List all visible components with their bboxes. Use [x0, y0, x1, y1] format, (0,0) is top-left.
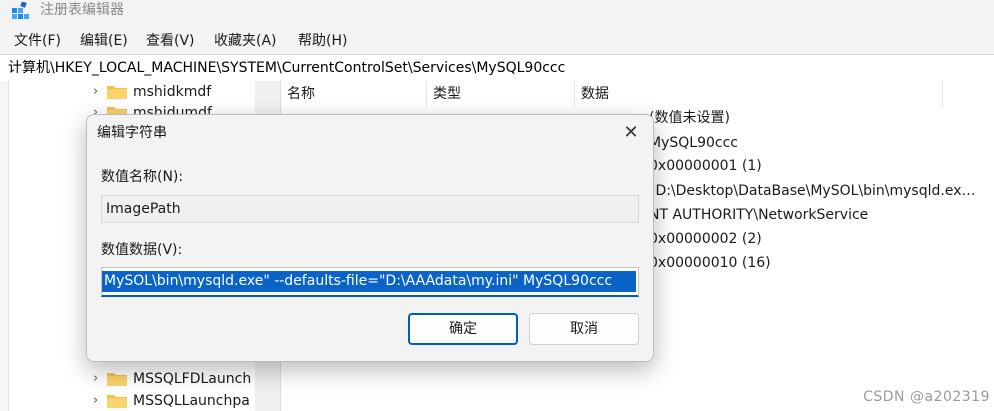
address-bar[interactable]: 计算机\HKEY_LOCAL_MACHINE\SYSTEM\CurrentCon… [0, 54, 994, 82]
value-data-cell[interactable]: (数值未设置) [649, 107, 730, 129]
value-data-cell[interactable]: 0x00000001 (1) [649, 155, 762, 177]
folder-icon [107, 86, 127, 99]
value-data-cell[interactable]: MySQL90ccc [649, 132, 738, 154]
value-data-cell[interactable]: "D:\Desktop\DataBase\MySOL\bin\mysqld.ex… [649, 180, 975, 202]
value-data-input[interactable]: MySOL\bin\mysqld.exe" --defaults-file="D… [101, 267, 639, 297]
column-header-data[interactable]: 数据 [575, 81, 943, 107]
chevron-right-icon[interactable]: › [93, 369, 98, 389]
tree-left-edge [0, 81, 9, 411]
column-header-type[interactable]: 类型 [427, 81, 575, 107]
chevron-right-icon[interactable]: › [93, 391, 98, 411]
value-name-label: 数值名称(N): [101, 169, 184, 185]
watermark: CSDN @a202319 [863, 389, 990, 405]
close-icon[interactable]: ✕ [617, 119, 645, 147]
menu-edit[interactable]: 编辑(E) [80, 31, 128, 51]
value-data-cell[interactable]: 0x00000002 (2) [649, 228, 762, 250]
value-data-cell[interactable]: 0x00000010 (16) [649, 252, 771, 274]
registry-editor-icon [12, 2, 29, 19]
menu-bar: 文件(F) 编辑(E) 查看(V) 收藏夹(A) 帮助(H) [0, 28, 994, 54]
menu-favorites[interactable]: 收藏夹(A) [214, 31, 277, 51]
menu-view[interactable]: 查看(V) [146, 31, 195, 51]
tree-item-label: mshidkmdf [133, 84, 212, 100]
window-title: 注册表编辑器 [40, 2, 124, 18]
tree-item-label: MSSQLFDLaunch [133, 371, 252, 387]
menu-file[interactable]: 文件(F) [14, 31, 61, 51]
dialog-title: 编辑字符串 [97, 125, 167, 141]
value-data-label: 数值数据(V): [101, 242, 183, 258]
title-bar: 注册表编辑器 [0, 0, 994, 28]
chevron-right-icon[interactable]: › [93, 82, 98, 102]
value-name-field: ImagePath [101, 195, 639, 223]
address-path[interactable]: 计算机\HKEY_LOCAL_MACHINE\SYSTEM\CurrentCon… [8, 58, 565, 78]
ok-button[interactable]: 确定 [408, 313, 518, 345]
tree-item-label: MSSQLLaunchpa [133, 393, 250, 409]
edit-string-dialog: 编辑字符串 ✕ 数值名称(N): ImagePath 数值数据(V): MySO… [86, 114, 654, 362]
menu-help[interactable]: 帮助(H) [298, 31, 347, 51]
column-header-name[interactable]: 名称 [281, 81, 427, 107]
folder-icon [107, 395, 127, 408]
cancel-button[interactable]: 取消 [529, 313, 639, 345]
folder-icon [107, 373, 127, 386]
value-data-selected-text[interactable]: MySOL\bin\mysqld.exe" --defaults-file="D… [102, 271, 636, 292]
value-data-cell[interactable]: NT AUTHORITY\NetworkService [649, 204, 868, 226]
value-data-text: MySOL\bin\mysqld.exe" --defaults-file="D… [104, 273, 613, 289]
